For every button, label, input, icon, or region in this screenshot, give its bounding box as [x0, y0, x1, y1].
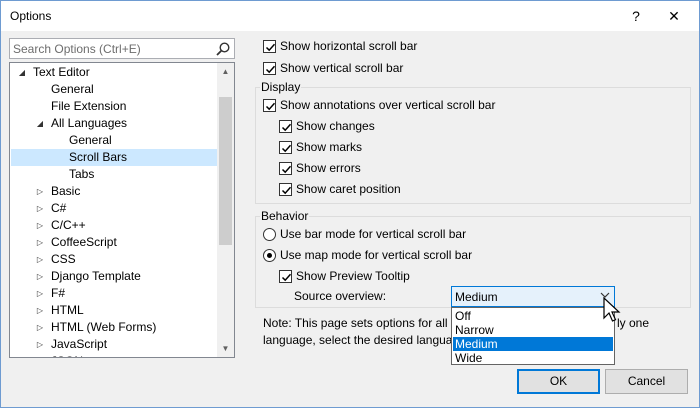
source-overview-value: Medium [455, 290, 498, 304]
scroll-thumb[interactable] [219, 97, 232, 245]
source-overview-label: Source overview: [294, 289, 387, 303]
tree-item[interactable]: ▷ C/C++ [11, 217, 219, 234]
scroll-up-icon[interactable]: ▲ [217, 63, 234, 80]
tree-item-label: JavaScript [51, 337, 108, 351]
tree-item[interactable]: ▷ JSON [11, 353, 219, 357]
collapsed-arrow-icon[interactable]: ▷ [35, 217, 45, 234]
tree-item-label: CoffeeScript [51, 235, 117, 249]
search-icon[interactable] [215, 41, 231, 57]
tree-item-label: General [69, 133, 112, 147]
tree-item[interactable]: General [11, 132, 219, 149]
tree-item[interactable]: ▷ HTML (Web Forms) [11, 319, 219, 336]
close-button[interactable]: ✕ [651, 1, 697, 31]
tree-item[interactable]: ▷ CoffeeScript [11, 234, 219, 251]
option-off[interactable]: Off [453, 309, 613, 323]
tree-item-label: Basic [51, 184, 81, 198]
source-overview-options[interactable]: Off Narrow Medium Wide [451, 307, 615, 365]
tree-item-label: F# [51, 286, 66, 300]
tree-item-label: Tabs [69, 167, 95, 181]
tree-item[interactable]: ▷ Django Template [11, 268, 219, 285]
tree-item[interactable]: ▷ F# [11, 285, 219, 302]
expanded-arrow-icon[interactable]: ◢ [17, 64, 27, 81]
tree-item[interactable]: General [11, 81, 219, 98]
options-dialog: Options ? ✕ ◢ Text Editor General File Exte… [0, 0, 700, 408]
checkbox[interactable] [263, 99, 276, 112]
tree-item-label: C/C++ [51, 218, 86, 232]
tree-item-label: General [51, 82, 94, 96]
option-medium[interactable]: Medium [453, 337, 613, 351]
collapsed-arrow-icon[interactable]: ▷ [35, 336, 45, 353]
tree-item-label: Text Editor [33, 65, 90, 79]
tree-item-label: C# [51, 201, 67, 215]
mouse-cursor-icon [603, 297, 621, 322]
tree-item[interactable]: ▷ HTML [11, 302, 219, 319]
radio-button[interactable] [263, 228, 276, 241]
cancel-button[interactable]: Cancel [605, 369, 688, 394]
behavior-group-label: Behavior [260, 209, 310, 223]
collapsed-arrow-icon[interactable]: ▷ [35, 234, 45, 251]
option-narrow[interactable]: Narrow [453, 323, 613, 337]
tree-item[interactable]: File Extension [11, 98, 219, 115]
checkbox[interactable] [279, 141, 292, 154]
tree-item[interactable]: ◢ All Languages [11, 115, 219, 132]
collapsed-arrow-icon[interactable]: ▷ [35, 200, 45, 217]
checkbox[interactable] [279, 183, 292, 196]
options-tree[interactable]: ◢ Text Editor General File Extension ◢ All La… [9, 62, 235, 358]
collapsed-arrow-icon[interactable]: ▷ [35, 319, 45, 336]
tree-item-label: HTML (Web Forms) [51, 320, 157, 334]
checkbox[interactable] [279, 270, 292, 283]
tree-item-label: All Languages [51, 116, 128, 130]
tree-item[interactable]: Scroll Bars [11, 149, 219, 166]
tree-item[interactable]: ▷ JavaScript [11, 336, 219, 353]
collapsed-arrow-icon[interactable]: ▷ [35, 285, 45, 302]
checkbox[interactable] [279, 162, 292, 175]
tree-item-label: CSS [51, 252, 76, 266]
collapsed-arrow-icon[interactable]: ▷ [35, 183, 45, 200]
tree-item-label: JSON [51, 353, 83, 357]
tree-item-label: Django Template [51, 269, 141, 283]
collapsed-arrow-icon[interactable]: ▷ [35, 251, 45, 268]
expanded-arrow-icon[interactable]: ◢ [35, 115, 45, 132]
tree-item-label: Scroll Bars [69, 150, 128, 164]
checkbox[interactable] [279, 120, 292, 133]
title-bar: Options ? ✕ [1, 1, 699, 31]
search-input[interactable] [13, 40, 208, 57]
display-group-label: Display [260, 80, 302, 94]
checkbox[interactable] [263, 40, 276, 53]
collapsed-arrow-icon[interactable]: ▷ [35, 268, 45, 285]
source-overview-dropdown[interactable]: Medium [451, 286, 615, 307]
option-wide[interactable]: Wide [453, 351, 613, 365]
tree-item[interactable]: ◢ Text Editor [11, 64, 219, 81]
checkbox[interactable] [263, 62, 276, 75]
tree-item[interactable]: Tabs [11, 166, 219, 183]
collapsed-arrow-icon[interactable]: ▷ [35, 353, 45, 357]
tree-scrollbar[interactable]: ▲ ▼ [217, 63, 234, 357]
scroll-down-icon[interactable]: ▼ [217, 340, 234, 357]
collapsed-arrow-icon[interactable]: ▷ [35, 302, 45, 319]
tree-item-label: File Extension [51, 99, 127, 113]
tree-item-label: HTML [51, 303, 84, 317]
dialog-title: Options [10, 9, 52, 23]
radio-button[interactable] [263, 249, 276, 262]
search-box[interactable] [9, 38, 235, 59]
tree-item[interactable]: ▷ CSS [11, 251, 219, 268]
ok-button[interactable]: OK [517, 369, 600, 394]
tree-item[interactable]: ▷ Basic [11, 183, 219, 200]
tree-item[interactable]: ▷ C# [11, 200, 219, 217]
